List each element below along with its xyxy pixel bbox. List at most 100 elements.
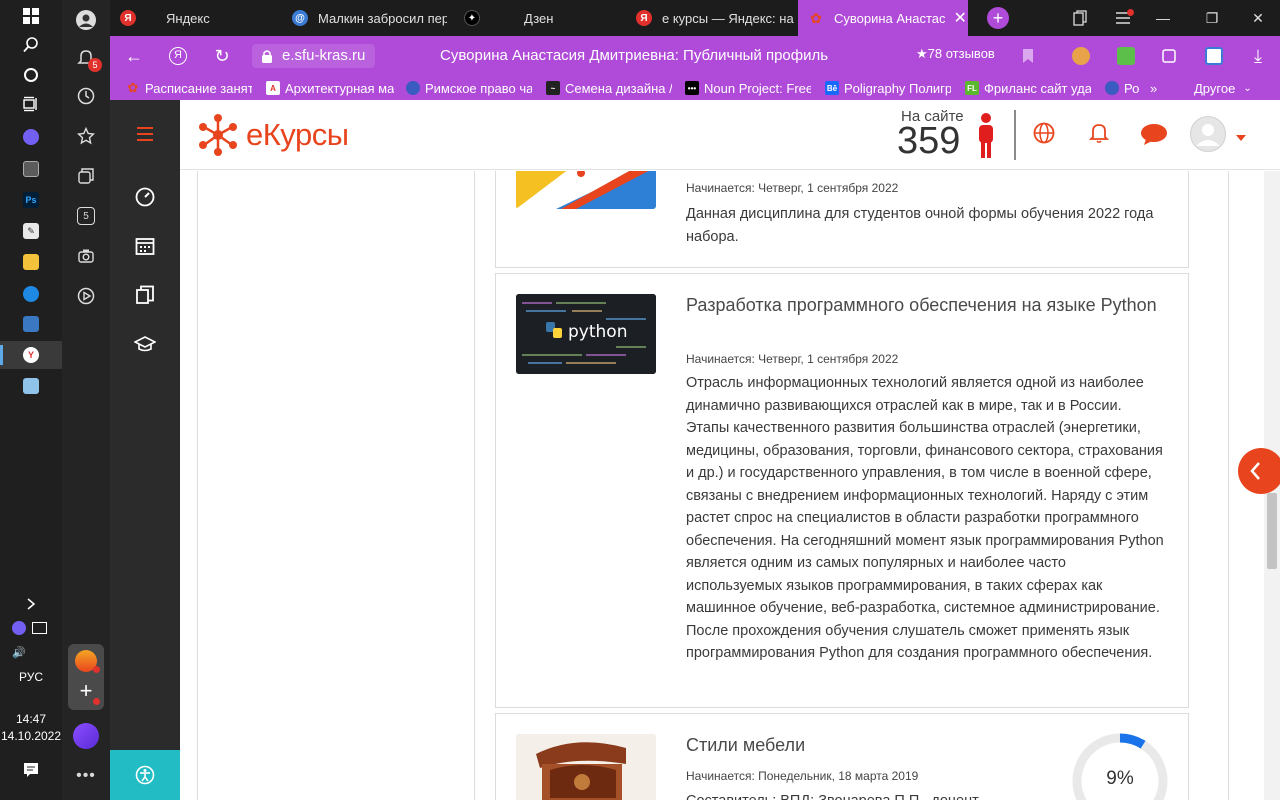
column-divider — [474, 171, 475, 800]
browser-menu-icon[interactable] — [1103, 0, 1143, 36]
url-field[interactable]: e.sfu-kras.ru — [252, 44, 376, 68]
scrollbar-thumb[interactable] — [1267, 493, 1277, 569]
tab-malkin[interactable]: @ Малкин забросил пер — [292, 0, 447, 36]
accessibility-button[interactable] — [110, 750, 180, 800]
tab-profile[interactable]: ✿ Суворина Анастас ✕ — [798, 0, 968, 36]
course-title[interactable]: Разработка программного обеспечения на я… — [686, 294, 1166, 316]
other-bookmarks-button[interactable]: Другое ⌄ — [1194, 76, 1252, 100]
close-tab-icon[interactable]: ✕ — [954, 8, 967, 28]
bookmark-label: Ро — [1124, 80, 1140, 96]
language-globe-icon[interactable] — [1033, 122, 1055, 149]
notification-bell-icon[interactable] — [1088, 122, 1110, 149]
site-reviews[interactable]: ★78 отзывов — [916, 46, 995, 62]
photoshop-icon[interactable]: Ps — [0, 186, 62, 214]
bookmark-label: Noun Project: Free — [704, 80, 811, 96]
bookmark-item[interactable]: FL Фриланс сайт уда — [965, 76, 1091, 100]
course-thumbnail[interactable] — [516, 171, 656, 209]
restore-button[interactable]: ❐ — [1192, 0, 1232, 36]
tab-label: Дзен — [524, 10, 554, 26]
yandex-browser-icon[interactable]: Y — [0, 341, 62, 369]
viber-icon[interactable] — [0, 123, 62, 151]
logo-text: еКурсы — [246, 117, 349, 152]
remote-desktop-icon[interactable] — [0, 310, 62, 338]
minimize-button[interactable]: — — [1143, 0, 1183, 36]
bookmark-icon[interactable] — [1012, 36, 1044, 76]
viber-tray-icon[interactable] — [12, 621, 26, 635]
main-content: Начинается: Четверг, 1 сентября 2022 Дан… — [180, 171, 1280, 800]
network-icon[interactable] — [32, 622, 47, 634]
user-menu-chevron-icon[interactable] — [1236, 128, 1246, 146]
file-explorer-icon[interactable] — [0, 248, 62, 276]
collections-icon[interactable] — [62, 156, 110, 196]
extension-avatar-icon[interactable] — [1065, 36, 1097, 76]
tab-yandex[interactable]: Я Яндекс — [120, 0, 280, 36]
bookmark-item[interactable]: Ро — [1105, 76, 1147, 100]
close-window-button[interactable]: ✕ — [1238, 0, 1278, 36]
notepad-icon[interactable] — [0, 372, 62, 400]
dashboard-icon[interactable] — [110, 177, 180, 217]
tab-label: Яндекс — [166, 10, 210, 26]
extension-download-icon[interactable] — [1110, 36, 1142, 76]
bookmark-label: Римское право ча — [425, 80, 532, 96]
favorites-icon[interactable] — [62, 116, 110, 156]
bookmark-item[interactable]: ~ Семена дизайна / — [546, 76, 672, 100]
my-courses-icon[interactable] — [110, 324, 180, 364]
volume-icon[interactable]: 🔊 — [0, 638, 62, 666]
tabs-list-icon[interactable] — [1060, 0, 1100, 36]
task-view-icon[interactable] — [0, 90, 62, 118]
bookmarks-more-button[interactable]: » — [1150, 76, 1157, 100]
action-center-icon[interactable] — [0, 756, 62, 784]
course-card: Начинается: Четверг, 1 сентября 2022 Дан… — [495, 171, 1189, 268]
course-start-date: Начинается: Четверг, 1 сентября 2022 — [686, 181, 899, 195]
private-files-icon[interactable] — [110, 275, 180, 315]
extension-puzzle-icon[interactable] — [1153, 36, 1185, 76]
notifications-icon[interactable] — [62, 37, 110, 77]
course-thumbnail[interactable]: python — [516, 294, 656, 374]
person-icon — [979, 113, 993, 158]
new-tab-button[interactable]: + — [978, 0, 1018, 36]
windows-start-icon[interactable] — [0, 2, 62, 30]
calendar-icon[interactable] — [110, 226, 180, 266]
reload-button[interactable]: ↻ — [206, 36, 238, 76]
bookmark-item[interactable]: ✿ Расписание заняти — [126, 76, 252, 100]
bookmark-item[interactable]: Bē Poligraphy Полигр — [825, 76, 951, 100]
bookmark-item[interactable]: A Архитектурная ма — [266, 76, 394, 100]
video-icon[interactable] — [62, 276, 110, 316]
downloads-icon[interactable]: ⤓ — [1242, 36, 1274, 76]
course-description: Отрасль информационных технологий являет… — [686, 375, 1164, 661]
cortana-icon[interactable] — [0, 61, 62, 89]
history-icon[interactable] — [62, 76, 110, 116]
tab-label: е курсы — Яндекс: на — [662, 10, 794, 26]
bookmark-label: Poligraphy Полигр — [844, 80, 951, 96]
course-start-date: Начинается: Четверг, 1 сентября 2022 — [686, 352, 899, 366]
feather-app-icon[interactable] — [0, 280, 62, 308]
clock[interactable]: 14:47 14.10.2022 — [0, 711, 62, 745]
bookmark-item[interactable]: ••• Noun Project: Free — [685, 76, 811, 100]
extension-translate-icon[interactable] — [1198, 36, 1230, 76]
url-text: e.sfu-kras.ru — [282, 47, 366, 64]
hamburger-menu-icon[interactable] — [110, 114, 180, 154]
drawing-app-icon[interactable]: ✎ — [0, 217, 62, 245]
tab-ecourses-search[interactable]: Я е курсы — Яндекс: на — [636, 0, 802, 36]
block-drawer-toggle[interactable] — [1238, 448, 1280, 494]
input-language[interactable]: РУС — [0, 670, 62, 684]
site-logo[interactable]: еКурсы — [196, 113, 349, 157]
course-thumbnail[interactable] — [516, 734, 656, 800]
counter-icon[interactable]: 5 — [62, 196, 110, 236]
yandex-home-icon[interactable]: Я — [162, 36, 194, 76]
user-avatar[interactable] — [1190, 116, 1226, 157]
screenshot-icon[interactable] — [62, 236, 110, 276]
tab-dzen[interactable]: ✦ Дзен — [464, 0, 624, 36]
notifications-badge: 5 — [88, 58, 102, 72]
bookmark-item[interactable]: Римское право ча — [406, 76, 532, 100]
alice-assistant-icon[interactable] — [62, 716, 110, 756]
back-button[interactable]: ← — [118, 36, 150, 76]
calculator-icon[interactable] — [0, 155, 62, 183]
messages-icon[interactable] — [1140, 122, 1168, 151]
bookmarks-bar: ✿ Расписание заняти A Архитектурная ма Рим… — [110, 76, 1280, 100]
more-menu-icon[interactable]: ••• — [62, 756, 110, 796]
column-divider — [197, 171, 198, 800]
counter-label: 5 — [77, 207, 95, 225]
search-icon[interactable] — [0, 31, 62, 59]
profile-icon[interactable] — [62, 0, 110, 40]
